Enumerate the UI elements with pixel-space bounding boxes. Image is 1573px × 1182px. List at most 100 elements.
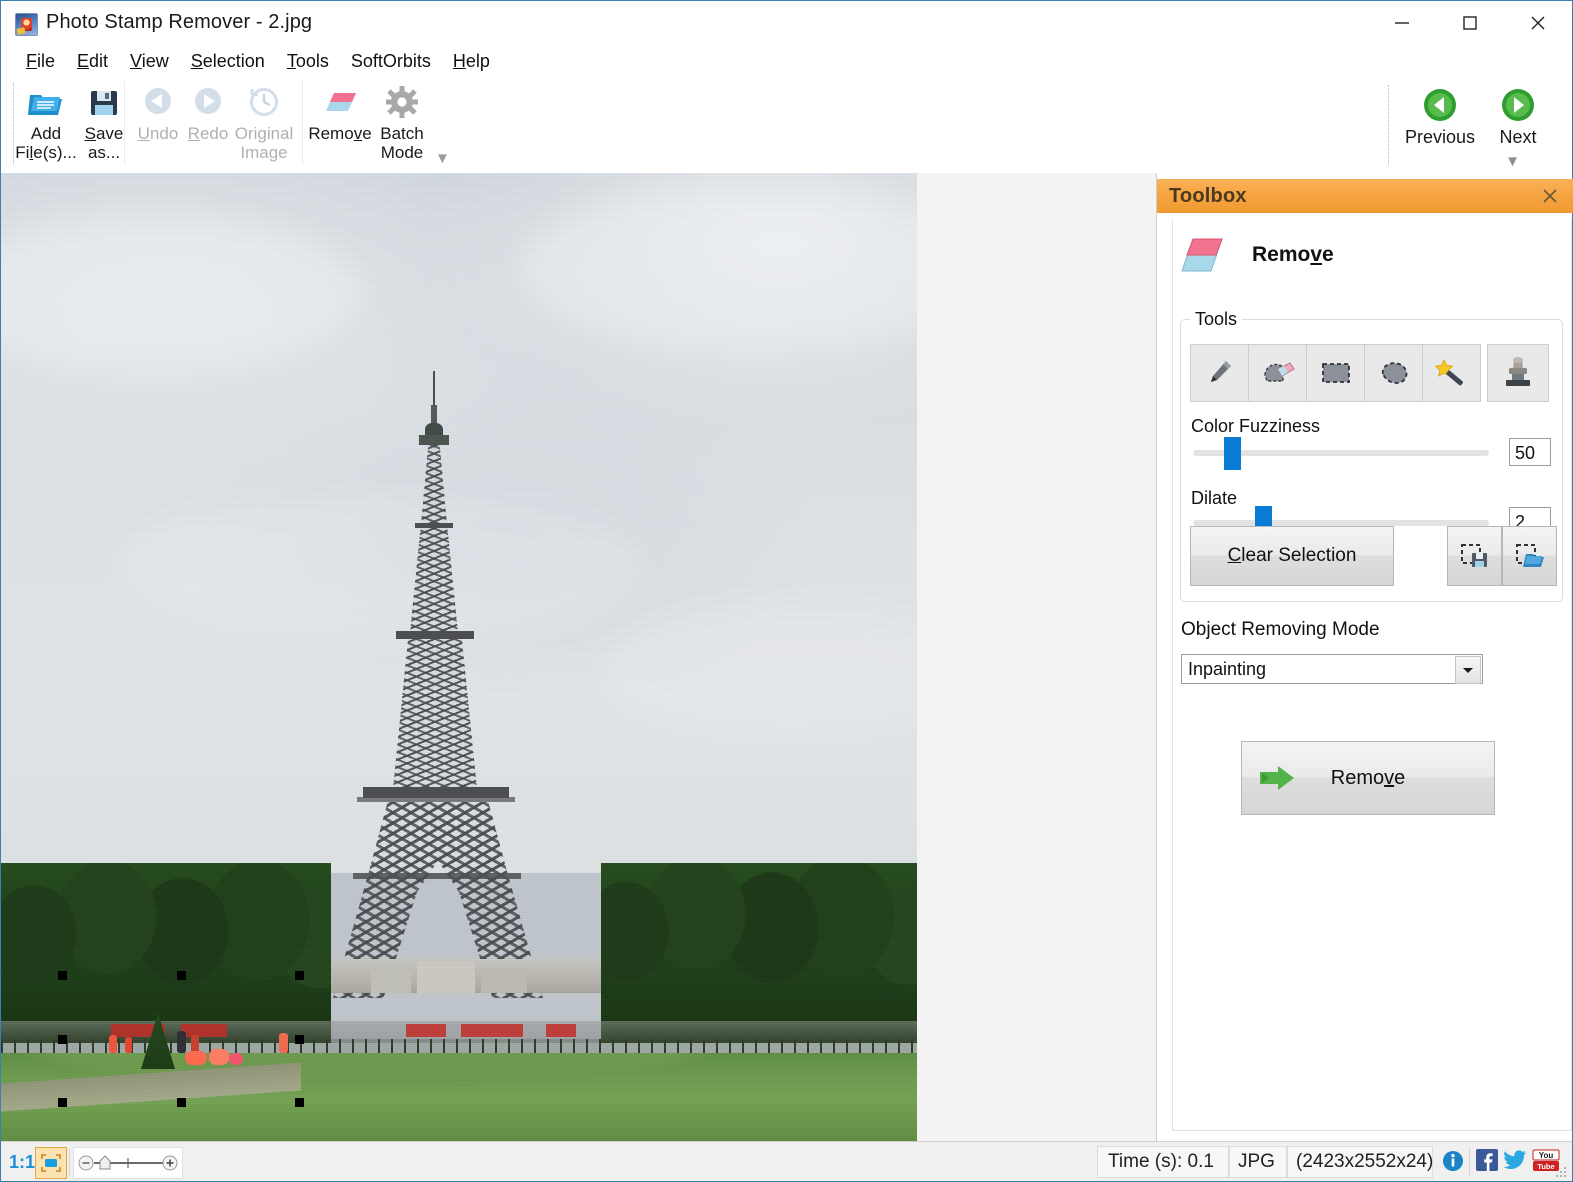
open-folder-icon (27, 83, 65, 123)
twitter-icon[interactable] (1503, 1149, 1529, 1175)
toolbar-expand-icon[interactable]: ▼ (435, 150, 450, 167)
green-right-arrow-icon (1501, 83, 1535, 127)
load-selection-button[interactable] (1502, 526, 1557, 586)
selection-handle-s[interactable] (177, 1098, 186, 1107)
application-window: Photo Stamp Remover - 2.jpg File Edit Vi… (0, 0, 1573, 1182)
status-time-cell: Time (s): 0.1 (1097, 1146, 1229, 1178)
status-dimensions-text: (2423x2552x24) (1296, 1151, 1433, 1173)
window-title: Photo Stamp Remover - 2.jpg (46, 11, 312, 34)
menu-tools[interactable]: Tools (276, 49, 340, 74)
selection-marquee[interactable] (63, 976, 299, 1102)
tool-clone-stamp-button[interactable] (1487, 344, 1549, 402)
undo-arrow-icon (140, 83, 176, 123)
color-fuzziness-slider-thumb[interactable] (1224, 437, 1241, 470)
menu-bar: File Edit View Selection Tools SoftOrbit… (1, 45, 1572, 77)
selection-handle-n[interactable] (177, 971, 186, 980)
selection-handle-ne[interactable] (295, 971, 304, 980)
toolbar-remove-button[interactable]: Remove (305, 81, 375, 167)
object-removing-mode-select[interactable]: Inpainting (1181, 654, 1483, 684)
save-selection-button[interactable] (1447, 526, 1502, 586)
clear-selection-button[interactable]: Clear Selection (1190, 526, 1394, 586)
status-bar: 1:1 Time (s): (1, 1141, 1572, 1181)
green-arrow-icon (1258, 764, 1298, 798)
eraser-icon (322, 83, 358, 123)
remove-action-button[interactable]: Remove (1241, 741, 1495, 815)
color-fuzziness-value[interactable]: 50 (1509, 438, 1551, 466)
gear-icon (385, 83, 419, 123)
tool-lasso-select-button[interactable] (1364, 344, 1423, 402)
tool-rectangle-select-button[interactable] (1306, 344, 1365, 402)
object-removing-mode-value: Inpainting (1188, 659, 1266, 680)
close-button[interactable] (1504, 1, 1572, 45)
toolbox-title: Toolbox (1169, 185, 1247, 208)
menu-selection[interactable]: Selection (180, 49, 276, 74)
selection-handle-w[interactable] (58, 1035, 67, 1044)
status-format-text: JPG (1238, 1151, 1275, 1173)
tree-line-right (601, 863, 917, 1043)
clock-history-icon (247, 83, 281, 123)
maximize-button[interactable] (1436, 1, 1504, 45)
window-controls (1368, 1, 1572, 45)
floppy-disk-icon (88, 83, 120, 123)
app-photo-icon (15, 13, 38, 36)
fit-to-screen-button[interactable] (35, 1147, 67, 1179)
facebook-icon[interactable] (1476, 1149, 1502, 1175)
toolbar-next-label: Next (1499, 127, 1536, 148)
toolbar-batch-mode-label: BatchMode (367, 124, 437, 162)
toolbox-heading-label: Remove (1252, 243, 1334, 267)
status-dimensions-cell: (2423x2552x24) (1287, 1146, 1433, 1178)
status-time-text: Time (s): 0.1 (1108, 1151, 1214, 1173)
save-selection-icon (1460, 542, 1490, 570)
toolbox-close-icon[interactable] (1537, 183, 1563, 209)
tool-marker-button[interactable] (1190, 344, 1249, 402)
toolbar-original-image-label: OriginalImage (229, 124, 299, 162)
redo-arrow-icon (190, 83, 226, 123)
info-icon[interactable] (1441, 1149, 1467, 1175)
tools-group: Tools (1180, 309, 1563, 602)
selection-handle-nw[interactable] (58, 971, 67, 980)
tools-group-legend: Tools (1190, 309, 1242, 330)
green-left-arrow-icon (1423, 83, 1457, 127)
toolbar-batch-mode-button[interactable]: BatchMode (371, 81, 433, 167)
svg-text:Tube: Tube (1537, 1162, 1554, 1171)
resize-grip[interactable] (1555, 1165, 1569, 1179)
toolbar-previous-button[interactable]: Previous (1396, 83, 1484, 167)
load-selection-icon (1515, 542, 1545, 570)
zoom-slider[interactable] (73, 1147, 183, 1179)
toolbox-header: Toolbox (1157, 179, 1573, 213)
selection-handle-sw[interactable] (58, 1098, 67, 1107)
toolbar-original-image-button[interactable]: OriginalImage (229, 81, 299, 167)
toolbar-nav-group: Previous Next ▼ (1378, 77, 1566, 171)
eraser-icon (1178, 233, 1226, 277)
toolbox-panel: Toolbox Remove T (1156, 173, 1572, 1141)
tool-eraser-button[interactable] (1248, 344, 1307, 402)
status-format-cell: JPG (1229, 1146, 1287, 1178)
tool-magic-wand-button[interactable] (1422, 344, 1481, 402)
chevron-down-icon[interactable] (1455, 656, 1481, 684)
menu-softorbits[interactable]: SoftOrbits (340, 49, 442, 74)
menu-view[interactable]: View (119, 49, 180, 74)
menu-edit[interactable]: Edit (66, 49, 119, 74)
toolbar-add-files-button[interactable]: AddFile(s)... (15, 81, 77, 167)
svg-text:You: You (1539, 1151, 1554, 1160)
toolbar-previous-label: Previous (1405, 127, 1475, 148)
image-canvas-area[interactable] (1, 173, 1156, 1141)
selection-handle-e[interactable] (295, 1035, 304, 1044)
menu-file[interactable]: File (15, 49, 66, 74)
object-removing-mode-label: Object Removing Mode (1181, 619, 1380, 641)
toolbox-heading: Remove (1178, 233, 1334, 277)
minimize-button[interactable] (1368, 1, 1436, 45)
photo-eiffel-tower[interactable] (1, 173, 917, 1141)
color-fuzziness-label: Color Fuzziness (1191, 416, 1320, 437)
remove-action-label: Remove (1331, 767, 1405, 790)
selection-handle-se[interactable] (295, 1098, 304, 1107)
menu-help[interactable]: Help (442, 49, 501, 74)
toolbar-remove-label: Remove (305, 124, 375, 143)
title-bar: Photo Stamp Remover - 2.jpg (1, 1, 1572, 45)
toolbar: AddFile(s)... Saveas... (1, 77, 1572, 174)
clear-selection-label: Clear Selection (1228, 545, 1357, 567)
fit-to-screen-icon (40, 1153, 62, 1173)
dilate-label: Dilate (1191, 488, 1237, 509)
tool-buttons-row (1190, 344, 1480, 402)
toolbar-nav-expand-icon[interactable]: ▼ (1505, 153, 1520, 170)
